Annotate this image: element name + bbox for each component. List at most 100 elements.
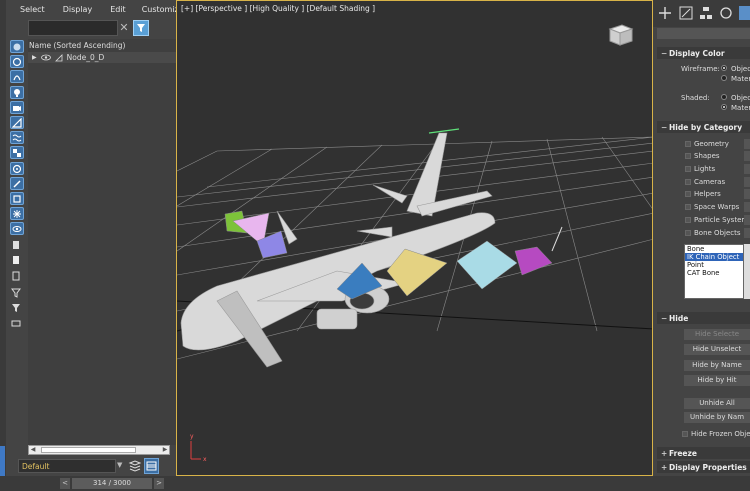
wireframe-label: Wireframe: [681, 65, 720, 73]
clear-search-icon[interactable]: ✕ [118, 21, 130, 35]
rollout-toggle[interactable]: − [661, 123, 669, 132]
rollout-title: Freeze [669, 449, 697, 458]
column-header[interactable]: Name (Sorted Ascending) [28, 39, 176, 52]
xrefs-icon[interactable] [10, 161, 24, 175]
chevron-down-icon[interactable]: ▼ [117, 461, 125, 471]
dependents-icon[interactable] [10, 287, 24, 300]
menu-display[interactable]: Display [55, 0, 103, 20]
expand-arrow-icon[interactable]: ▶ [32, 54, 37, 61]
viewcube-icon[interactable] [604, 19, 636, 49]
layer-dropdown[interactable]: Default [18, 459, 116, 473]
geometry-icon[interactable] [10, 55, 24, 69]
eye-icon[interactable] [40, 54, 51, 61]
hide-rollout[interactable]: − Hide [657, 312, 750, 324]
groups-icon[interactable] [10, 146, 24, 160]
scene-search-input[interactable] [28, 20, 118, 36]
time-slider[interactable]: 314 / 3000 [72, 478, 152, 489]
command-panel-tabs [653, 0, 750, 27]
list-item-selected[interactable]: IK Chain Object [685, 253, 743, 261]
category-side-button[interactable] [744, 164, 750, 174]
space-warps-icon[interactable] [10, 131, 24, 145]
hide-selected-button[interactable]: Hide Selecte [684, 329, 750, 340]
shaded-material-radio[interactable] [721, 104, 727, 110]
checkbox[interactable] [685, 191, 691, 197]
hide-by-hit-button[interactable]: Hide by Hit [684, 375, 750, 386]
category-side-button[interactable] [744, 215, 750, 225]
funnel-icon[interactable] [10, 302, 24, 315]
command-panel-field[interactable] [657, 28, 750, 39]
rollout-toggle[interactable]: + [661, 463, 669, 472]
display-all-icon[interactable] [10, 40, 24, 53]
scrollbar-thumb[interactable] [41, 447, 136, 453]
wireframe-material-radio[interactable] [721, 75, 727, 81]
containers-icon[interactable] [10, 191, 24, 205]
category-side-button[interactable] [744, 177, 750, 187]
viewport-label[interactable]: [+] [Perspective ] [High Quality ] [Defa… [181, 4, 375, 13]
rollout-toggle[interactable]: − [661, 314, 669, 323]
checkbox[interactable] [685, 166, 691, 172]
category-side-button[interactable] [744, 139, 750, 149]
shaded-object-radio[interactable] [721, 94, 727, 100]
selection-icon[interactable] [10, 254, 24, 267]
hide-by-category-rollout[interactable]: − Hide by Category [657, 121, 750, 133]
list-item[interactable]: Point [685, 261, 743, 269]
scene-tree[interactable]: Name (Sorted Ascending) ▶ Node_0_D [28, 39, 176, 445]
perspective-viewport[interactable]: y x [+] [Perspective ] [High Quality ] [… [176, 0, 653, 476]
unhide-by-name-button[interactable]: Unhide by Nam [684, 412, 750, 423]
checkbox[interactable] [685, 141, 691, 147]
category-side-button[interactable] [744, 151, 750, 161]
time-next-button[interactable]: > [154, 478, 164, 489]
checkbox[interactable] [685, 153, 691, 159]
checkbox[interactable] [685, 179, 691, 185]
checkbox[interactable] [685, 217, 691, 223]
checkbox[interactable] [682, 431, 688, 437]
category-list[interactable]: Bone IK Chain Object Point CAT Bone [684, 244, 744, 299]
checkbox-label: Shapes [694, 152, 720, 160]
display-color-rollout[interactable]: − Display Color [657, 47, 750, 59]
rollout-toggle[interactable]: + [661, 449, 669, 458]
layer-icon[interactable] [10, 317, 24, 330]
create-tab-icon[interactable] [658, 6, 672, 20]
filter-toggle-button[interactable] [133, 20, 149, 36]
layer-explorer-button[interactable] [144, 458, 159, 474]
category-side-button[interactable] [744, 189, 750, 199]
helpers-icon[interactable] [10, 115, 24, 129]
list-scrollbar[interactable] [744, 244, 750, 299]
bones-icon[interactable] [10, 176, 24, 190]
horizontal-scrollbar[interactable]: ◀ ▶ [28, 445, 170, 455]
checkbox[interactable] [685, 230, 691, 236]
rollout-toggle[interactable]: − [661, 49, 669, 58]
tree-row[interactable]: ▶ Node_0_D [28, 52, 176, 63]
axis-y-label: y [190, 433, 194, 440]
freeze-rollout[interactable]: + Freeze [657, 447, 750, 459]
shapes-icon[interactable] [10, 70, 24, 84]
wireframe-object-radio[interactable] [721, 65, 727, 71]
category-side-button[interactable] [744, 228, 750, 238]
node-name[interactable]: Node_0_D [67, 53, 105, 62]
display-tab-icon[interactable] [739, 6, 750, 20]
children-icon[interactable] [10, 270, 24, 283]
lights-icon[interactable] [10, 85, 24, 99]
motion-tab-icon[interactable] [719, 6, 733, 20]
scroll-left-icon[interactable]: ◀ [29, 446, 37, 454]
frozen-icon[interactable] [10, 207, 24, 221]
checkbox[interactable] [685, 204, 691, 210]
hide-unselected-button[interactable]: Hide Unselect [684, 344, 750, 355]
hidden-icon[interactable] [10, 222, 24, 236]
list-item[interactable]: CAT Bone [685, 269, 743, 277]
unhide-all-button[interactable]: Unhide All [684, 398, 750, 409]
menu-select[interactable]: Select [6, 0, 55, 20]
display-properties-rollout[interactable]: + Display Properties [657, 461, 750, 473]
layers-icon[interactable] [128, 458, 142, 474]
modify-tab-icon[interactable] [679, 6, 693, 20]
scroll-right-icon[interactable]: ▶ [161, 446, 169, 454]
time-prev-button[interactable]: < [60, 478, 70, 489]
list-item[interactable]: Bone [685, 245, 743, 253]
hierarchy-tab-icon[interactable] [699, 6, 713, 20]
hide-by-name-button[interactable]: Hide by Name [684, 360, 750, 371]
checkbox-label: Space Warps [694, 203, 740, 211]
menu-edit[interactable]: Edit [102, 0, 136, 20]
category-side-button[interactable] [744, 202, 750, 212]
cameras-icon[interactable] [10, 100, 24, 114]
display-icon[interactable] [10, 239, 24, 252]
